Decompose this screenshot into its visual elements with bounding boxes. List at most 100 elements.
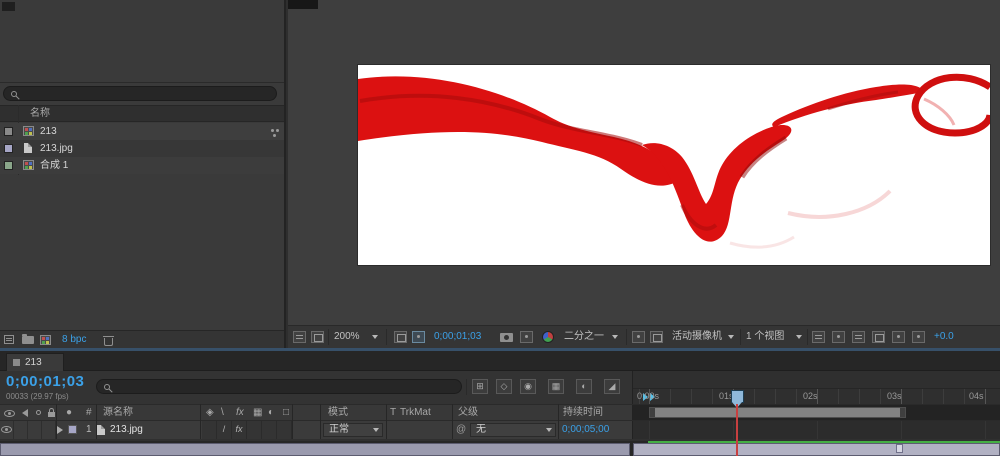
viewer-current-time[interactable]: 0;00;01;03 — [434, 326, 481, 348]
preview-divider — [0, 82, 284, 83]
panel-corner-chip — [2, 2, 15, 11]
fx-switch-cell[interactable]: fx — [232, 421, 247, 439]
shy-switch-icon: ◈ — [206, 407, 214, 418]
flowchart-icon[interactable] — [872, 331, 885, 343]
ruler-label: 04s — [969, 391, 984, 401]
new-folder-button[interactable] — [22, 334, 34, 344]
show-snapshot-icon[interactable] — [520, 331, 533, 343]
timeline-panel: 213 0;00;01;03 00033 (29.97 fps) ⊞ ◇ ◉ ▦… — [0, 351, 1000, 456]
new-composition-button[interactable] — [40, 335, 51, 345]
interpret-footage-button[interactable] — [4, 335, 14, 344]
project-search-input[interactable] — [3, 86, 277, 101]
project-item-213[interactable]: 213 — [0, 123, 284, 140]
snapshot-camera-icon[interactable] — [500, 333, 513, 342]
index-column-header: # — [86, 407, 92, 418]
always-preview-icon[interactable] — [293, 331, 306, 343]
show-channels-icon[interactable] — [542, 331, 554, 343]
camera-view-dropdown[interactable]: 活动摄像机 — [672, 326, 722, 348]
chevron-down-icon — [546, 428, 552, 432]
exposure-value[interactable]: +0.0 — [934, 326, 954, 348]
timeline-search-input[interactable] — [96, 379, 462, 394]
duration-column-header: 持续时间 — [563, 407, 603, 418]
viewer-toolbar: 200% 0;00;01;03 二分之一 活动摄像机 1 个视图 +0.0 — [288, 325, 1000, 348]
resolution-dropdown[interactable]: 二分之一 — [564, 326, 604, 348]
monitor-icon[interactable] — [311, 331, 324, 343]
audio-toggle[interactable] — [14, 421, 28, 439]
label-swatch[interactable] — [4, 161, 13, 170]
draft-3d-icon[interactable]: ◇ — [496, 379, 512, 394]
trash-button[interactable] — [103, 336, 114, 346]
transparency-grid-icon[interactable] — [650, 331, 663, 343]
grid-guides-icon[interactable] — [394, 331, 407, 343]
column-divider — [56, 404, 57, 439]
layer-name[interactable]: 213.jpg — [110, 421, 143, 439]
layer-file-icon — [97, 425, 105, 435]
horizontal-scrollbar-left[interactable] — [0, 443, 630, 456]
motion-blur-icon[interactable]: ◐ — [576, 379, 592, 394]
bit-depth-button[interactable]: 8 bpc — [62, 331, 86, 348]
project-item-213-jpg[interactable]: 213.jpg — [0, 140, 284, 157]
shy-switch-cell[interactable] — [202, 421, 217, 439]
expand-arrow[interactable] — [57, 426, 63, 434]
project-item-composition-1[interactable]: 合成 1 — [0, 157, 284, 174]
threed-switch-cell[interactable] — [277, 421, 292, 439]
viewer-tab-stub[interactable] — [288, 0, 318, 9]
blend-mode-dropdown[interactable]: 正常 — [323, 423, 383, 437]
playhead-line — [736, 404, 738, 456]
motion-blur-switch-cell[interactable] — [262, 421, 277, 439]
shy-layers-icon[interactable]: ◉ — [520, 379, 536, 394]
label-swatch[interactable] — [4, 127, 13, 136]
graph-editor-icon[interactable]: ◢ — [604, 379, 620, 394]
work-area-bar[interactable] — [649, 407, 906, 418]
project-panel: 名称 213 213.jpg 合成 1 8 bpc — [0, 0, 286, 348]
exposure-gain-icon[interactable] — [912, 331, 925, 343]
ruler-label: 02s — [803, 391, 818, 401]
layer-index: 1 — [86, 424, 92, 435]
frame-info: 00033 (29.97 fps) — [6, 392, 69, 401]
mask-visibility-icon[interactable] — [412, 331, 425, 343]
solo-column-icon — [36, 410, 41, 415]
search-icon — [104, 383, 110, 390]
parent-pickwhip-icon[interactable]: @ — [456, 421, 466, 439]
pixel-aspect-icon[interactable] — [812, 331, 825, 343]
separator — [466, 379, 467, 395]
work-area-end-handle[interactable] — [896, 444, 903, 453]
separator — [807, 329, 808, 345]
reset-exposure-icon[interactable] — [892, 331, 905, 343]
timeline-tab-icon — [13, 359, 20, 366]
parent-value: 无 — [476, 424, 486, 435]
composition-viewer-panel: 200% 0;00;01;03 二分之一 活动摄像机 1 个视图 +0.0 — [288, 0, 1000, 348]
view-layout-dropdown[interactable]: 1 个视图 — [746, 326, 784, 348]
playhead[interactable] — [731, 390, 744, 408]
horizontal-scrollbar-right[interactable] — [633, 443, 1000, 456]
region-of-interest-icon[interactable] — [632, 331, 645, 343]
composition-canvas[interactable] — [358, 65, 994, 265]
lock-toggle[interactable] — [42, 421, 56, 439]
timeline-button-icon[interactable] — [852, 331, 865, 343]
current-time-display[interactable]: 0;00;01;03 — [6, 373, 84, 390]
cached-frames-indicator — [648, 441, 1000, 443]
video-column-icon — [4, 410, 15, 417]
parent-dropdown[interactable]: 无 — [470, 423, 556, 437]
magnification-dropdown[interactable]: 200% — [334, 326, 360, 348]
solo-toggle[interactable] — [28, 421, 42, 439]
video-toggle[interactable] — [0, 421, 14, 439]
timeline-tab-213[interactable]: 213 — [6, 353, 64, 371]
frame-blend-switch-cell[interactable] — [247, 421, 262, 439]
comp-mini-flowchart-icon[interactable]: ⊞ — [472, 379, 488, 394]
layer-track-area[interactable] — [632, 421, 1000, 439]
label-swatch[interactable] — [4, 144, 13, 153]
timeline-tab-label: 213 — [25, 357, 42, 368]
quality-switch-cell[interactable]: / — [217, 421, 232, 439]
time-ruler[interactable]: 0:00s 01s 02s 03s 04s — [632, 371, 1000, 408]
layer-row-1[interactable]: 1 213.jpg / fx 正常 @ 无 0;00;05;00 — [0, 421, 1000, 439]
parent-column-header: 父级 — [458, 407, 478, 418]
frame-blend-icon[interactable]: ▦ — [548, 379, 564, 394]
project-footer-toolbar: 8 bpc — [0, 330, 284, 348]
label-column-header: ● — [66, 407, 73, 418]
layer-label-swatch[interactable] — [68, 425, 77, 434]
fast-preview-icon[interactable] — [832, 331, 845, 343]
red-ink-artwork — [358, 73, 994, 249]
chevron-down-icon — [796, 335, 802, 339]
timeline-header-row: 0;00;01;03 00033 (29.97 fps) ⊞ ◇ ◉ ▦ ◐ ◢… — [0, 371, 1000, 408]
